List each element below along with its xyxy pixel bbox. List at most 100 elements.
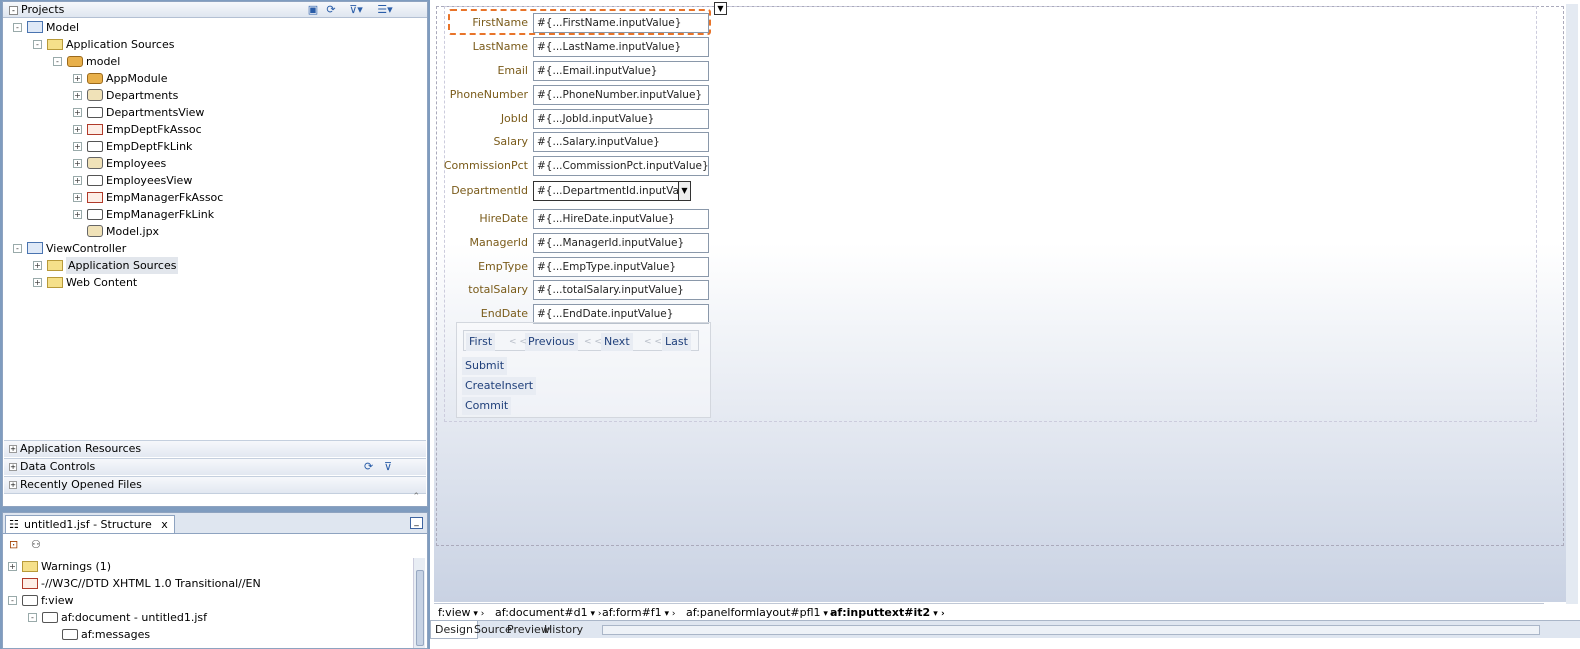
field-input[interactable]: #{...EmpType.inputValue} <box>533 257 709 277</box>
tree-toggle-icon[interactable]: + <box>73 210 82 219</box>
nav-button-next[interactable]: Next <box>601 333 633 351</box>
breadcrumb-item[interactable]: af:panelformlayout#pfl1 ▾ › <box>682 605 838 620</box>
tree-row[interactable]: - ViewController <box>3 240 427 257</box>
entity-icon <box>87 89 103 101</box>
tree-toggle-icon[interactable]: - <box>13 23 22 32</box>
field-input[interactable]: #{...EndDate.inputValue} <box>533 304 709 324</box>
tree-row[interactable]: - Model <box>3 19 427 36</box>
field-input[interactable]: #{...Salary.inputValue} <box>533 132 709 152</box>
tree-row[interactable]: - f:view <box>3 592 413 609</box>
field-input[interactable]: #{...totalSalary.inputValue} <box>533 280 709 300</box>
tree-toggle-icon[interactable]: + <box>73 108 82 117</box>
commit-button[interactable]: Commit <box>462 397 512 415</box>
tree-toggle-icon[interactable]: - <box>28 613 37 622</box>
projects-title: Projects <box>21 3 65 16</box>
refresh-icon[interactable]: ⟳ <box>364 459 373 475</box>
field-input[interactable]: #{...HireDate.inputValue} <box>533 209 709 229</box>
tree-row[interactable]: + EmpManagerFkAssoc <box>3 189 427 206</box>
createinsert-button[interactable]: CreateInsert <box>462 377 537 395</box>
field-input[interactable]: #{...Email.inputValue} <box>533 61 709 81</box>
tree-row[interactable]: + EmployeesView <box>3 172 427 189</box>
tree-row[interactable]: - model <box>3 53 427 70</box>
tree-row[interactable]: + Employees <box>3 155 427 172</box>
collapse-icon[interactable]: - <box>9 6 18 15</box>
working-sets-icon[interactable]: ☰▾ <box>373 3 397 16</box>
tree-toggle-icon[interactable]: - <box>53 57 62 66</box>
tab-history[interactable]: History <box>540 621 587 639</box>
accordion-data-controls[interactable]: + Data Controls ⟳ ⊽ <box>4 458 426 475</box>
breadcrumb-item[interactable]: af:form#f1 ▾ › <box>598 605 680 620</box>
tree-toggle-icon[interactable]: + <box>8 562 17 571</box>
field-input[interactable]: #{...ManagerId.inputValue} <box>533 233 709 253</box>
accordion-application-resources[interactable]: + Application Resources <box>4 440 426 457</box>
close-icon[interactable]: x <box>161 518 168 531</box>
breadcrumb-item[interactable]: af:document#d1 ▾ › <box>491 605 605 620</box>
tree-item-label: Departments <box>106 89 179 102</box>
canvas-scrollbar[interactable] <box>1566 4 1578 604</box>
tree-toggle-icon[interactable]: + <box>73 193 82 202</box>
nav-button-first[interactable]: First <box>466 333 496 351</box>
tree-item-label: Web Content <box>66 276 138 289</box>
filter-icon[interactable]: ⊽ <box>384 459 392 475</box>
tree-row[interactable]: + EmpManagerFkLink <box>3 206 427 223</box>
accordion-label: Application Resources <box>20 442 142 455</box>
structure-scrollbar[interactable] <box>413 558 425 648</box>
find-icon[interactable]: ⚇ <box>31 538 41 551</box>
tree-row[interactable]: -//W3C//DTD XHTML 1.0 Transitional//EN <box>3 575 413 592</box>
breadcrumb-item[interactable]: af:inputtext#it2 ▾ › <box>826 605 949 620</box>
structure-panel: ☷ untitled1.jsf - Structure x _ ⊡ ⚇ + War… <box>2 512 428 649</box>
field-input[interactable]: #{...PhoneNumber.inputValue} <box>533 85 709 105</box>
tree-item-label: Application Sources <box>66 38 175 51</box>
refresh-icon[interactable]: ⟳ <box>323 3 339 16</box>
tree-toggle-icon[interactable]: + <box>33 278 42 287</box>
tree-toggle-icon[interactable]: - <box>8 596 17 605</box>
field-input[interactable]: #{...JobId.inputValue} <box>533 109 709 129</box>
tree-row[interactable]: + Web Content <box>3 274 427 291</box>
tree-row[interactable]: + Application Sources <box>3 257 427 274</box>
filter-icon[interactable]: ⊽▾ <box>345 3 367 16</box>
tree-row[interactable]: Model.jpx <box>3 223 427 240</box>
tree-row[interactable]: - af:document - untitled1.jsf <box>3 609 413 626</box>
accordion-recently-opened-files[interactable]: + Recently Opened Files <box>4 476 426 493</box>
tree-row[interactable]: + Departments <box>3 87 427 104</box>
tree-toggle-icon[interactable]: + <box>73 74 82 83</box>
tree-row[interactable]: + Warnings (1) <box>3 558 413 575</box>
field-input[interactable]: #{...LastName.inputValue} <box>533 37 709 57</box>
chevron-down-icon[interactable]: ▾ › <box>930 609 944 619</box>
tree-row[interactable]: + DepartmentsView <box>3 104 427 121</box>
tab-structure[interactable]: ☷ untitled1.jsf - Structure x <box>5 515 175 533</box>
chevron-down-icon[interactable]: ▼ <box>678 181 691 201</box>
tree-toggle-icon[interactable]: + <box>73 159 82 168</box>
tree-toggle-icon[interactable]: + <box>33 261 42 270</box>
tree-toggle-icon[interactable]: + <box>73 91 82 100</box>
submit-button[interactable]: Submit <box>462 357 508 375</box>
structure-tabbar: ☷ untitled1.jsf - Structure x _ <box>3 513 427 534</box>
tree-toggle-icon[interactable]: - <box>33 40 42 49</box>
chevron-down-icon[interactable]: ▾ › <box>471 609 484 619</box>
jpx-icon <box>87 225 103 237</box>
tree-toggle-icon[interactable]: + <box>73 142 82 151</box>
tree-toggle-icon[interactable]: + <box>73 176 82 185</box>
field-input[interactable]: #{...CommissionPct.inputValue} <box>533 156 709 176</box>
tree-row[interactable]: + EmpDeptFkLink <box>3 138 427 155</box>
nav-button-previous[interactable]: Previous <box>525 333 578 351</box>
tree-row[interactable]: af:messages <box>3 626 413 643</box>
horizontal-scrollbar[interactable] <box>602 625 1540 635</box>
form-row: ManagerId #{...ManagerId.inputValue} <box>434 233 734 253</box>
freeze-view-icon[interactable]: ⊡ <box>9 538 18 551</box>
breadcrumb-item[interactable]: f:view ▾ › <box>434 605 488 620</box>
navigator-display-icon[interactable]: ▣ <box>305 3 321 16</box>
tree-item-label: EmpDeptFkAssoc <box>106 123 202 136</box>
scroll-thumb[interactable] <box>416 570 424 646</box>
tree-toggle-icon[interactable]: + <box>73 125 82 134</box>
nav-button-last[interactable]: Last <box>662 333 691 351</box>
scroll-up-icon[interactable]: ⌃ <box>412 492 420 502</box>
minimize-icon[interactable]: _ <box>410 517 423 529</box>
view-link-icon <box>87 209 103 220</box>
chevron-down-icon[interactable]: ▾ › <box>662 609 676 619</box>
tree-toggle-icon[interactable]: - <box>13 244 22 253</box>
field-input[interactable]: #{...DepartmentId.inputValue} <box>533 181 691 201</box>
tree-row[interactable]: + AppModule <box>3 70 427 87</box>
tree-row[interactable]: - Application Sources <box>3 36 427 53</box>
tree-row[interactable]: + EmpDeptFkAssoc <box>3 121 427 138</box>
